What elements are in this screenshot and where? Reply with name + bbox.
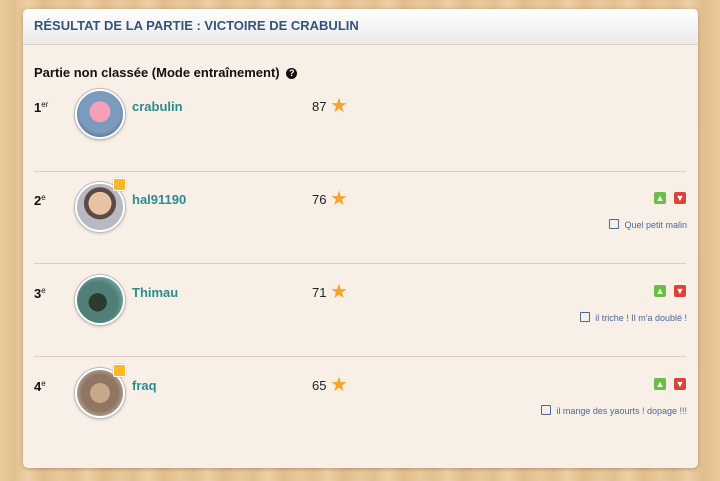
player-row: 1er crabulin 87 ★ <box>23 89 698 182</box>
thumbs-up-icon[interactable]: ▲ <box>654 285 666 297</box>
thumbs-down-icon[interactable]: ▼ <box>674 378 686 390</box>
star-icon: ★ <box>330 374 348 396</box>
player-avatar[interactable] <box>75 89 125 139</box>
note-icon <box>541 405 552 415</box>
player-name-link[interactable]: Thimau <box>132 285 178 300</box>
player-name-link[interactable]: crabulin <box>132 99 183 114</box>
note-icon <box>580 312 591 322</box>
thumbs-up-icon[interactable]: ▲ <box>654 378 666 390</box>
player-comment: il triche ! Il m'a doublé ! <box>580 312 687 323</box>
panel-title: RÉSULTAT DE LA PARTIE : VICTOIRE DE CRAB… <box>23 9 698 45</box>
note-icon <box>609 219 620 229</box>
player-rank: 2e <box>34 193 46 208</box>
player-score: 76 ★ <box>312 188 348 210</box>
player-rank: 1er <box>34 100 49 115</box>
help-circle-icon[interactable]: ? <box>286 68 298 79</box>
player-comment: Quel petit malin <box>609 219 687 230</box>
star-icon: ★ <box>330 188 348 210</box>
player-name-link[interactable]: hal91190 <box>132 192 186 207</box>
player-comment: il mange des yaourts ! dopage !!! <box>541 405 687 416</box>
player-row: 3e Thimau 71 ★ ▲ ▼ il triche ! Il m'a dou… <box>23 275 698 368</box>
row-divider <box>34 171 686 172</box>
game-mode-label: Partie non classée (Mode entraînement) ? <box>34 65 298 80</box>
thumbs-up-icon[interactable]: ▲ <box>654 192 666 204</box>
player-score: 87 ★ <box>312 95 348 117</box>
player-rank: 4e <box>34 379 46 394</box>
premium-badge-icon <box>113 178 126 191</box>
premium-badge-icon <box>113 364 126 377</box>
thumbs-down-icon[interactable]: ▼ <box>674 285 686 297</box>
player-avatar[interactable] <box>75 275 125 325</box>
player-score: 71 ★ <box>312 281 348 303</box>
player-row: 4e fraq 65 ★ ▲ ▼ il mange des yaourts ! d… <box>23 364 698 461</box>
star-icon: ★ <box>330 281 348 303</box>
game-mode-text: Partie non classée (Mode entraînement) <box>34 65 280 80</box>
player-name-link[interactable]: fraq <box>132 378 157 393</box>
player-rank: 3e <box>34 286 46 301</box>
player-score: 65 ★ <box>312 374 348 396</box>
game-result-panel: RÉSULTAT DE LA PARTIE : VICTOIRE DE CRAB… <box>23 9 698 468</box>
row-divider <box>34 356 686 357</box>
player-row: 2e hal91190 76 ★ ▲ ▼ Quel petit malin <box>23 178 698 275</box>
row-divider <box>34 263 686 264</box>
thumbs-down-icon[interactable]: ▼ <box>674 192 686 204</box>
star-icon: ★ <box>330 95 348 117</box>
